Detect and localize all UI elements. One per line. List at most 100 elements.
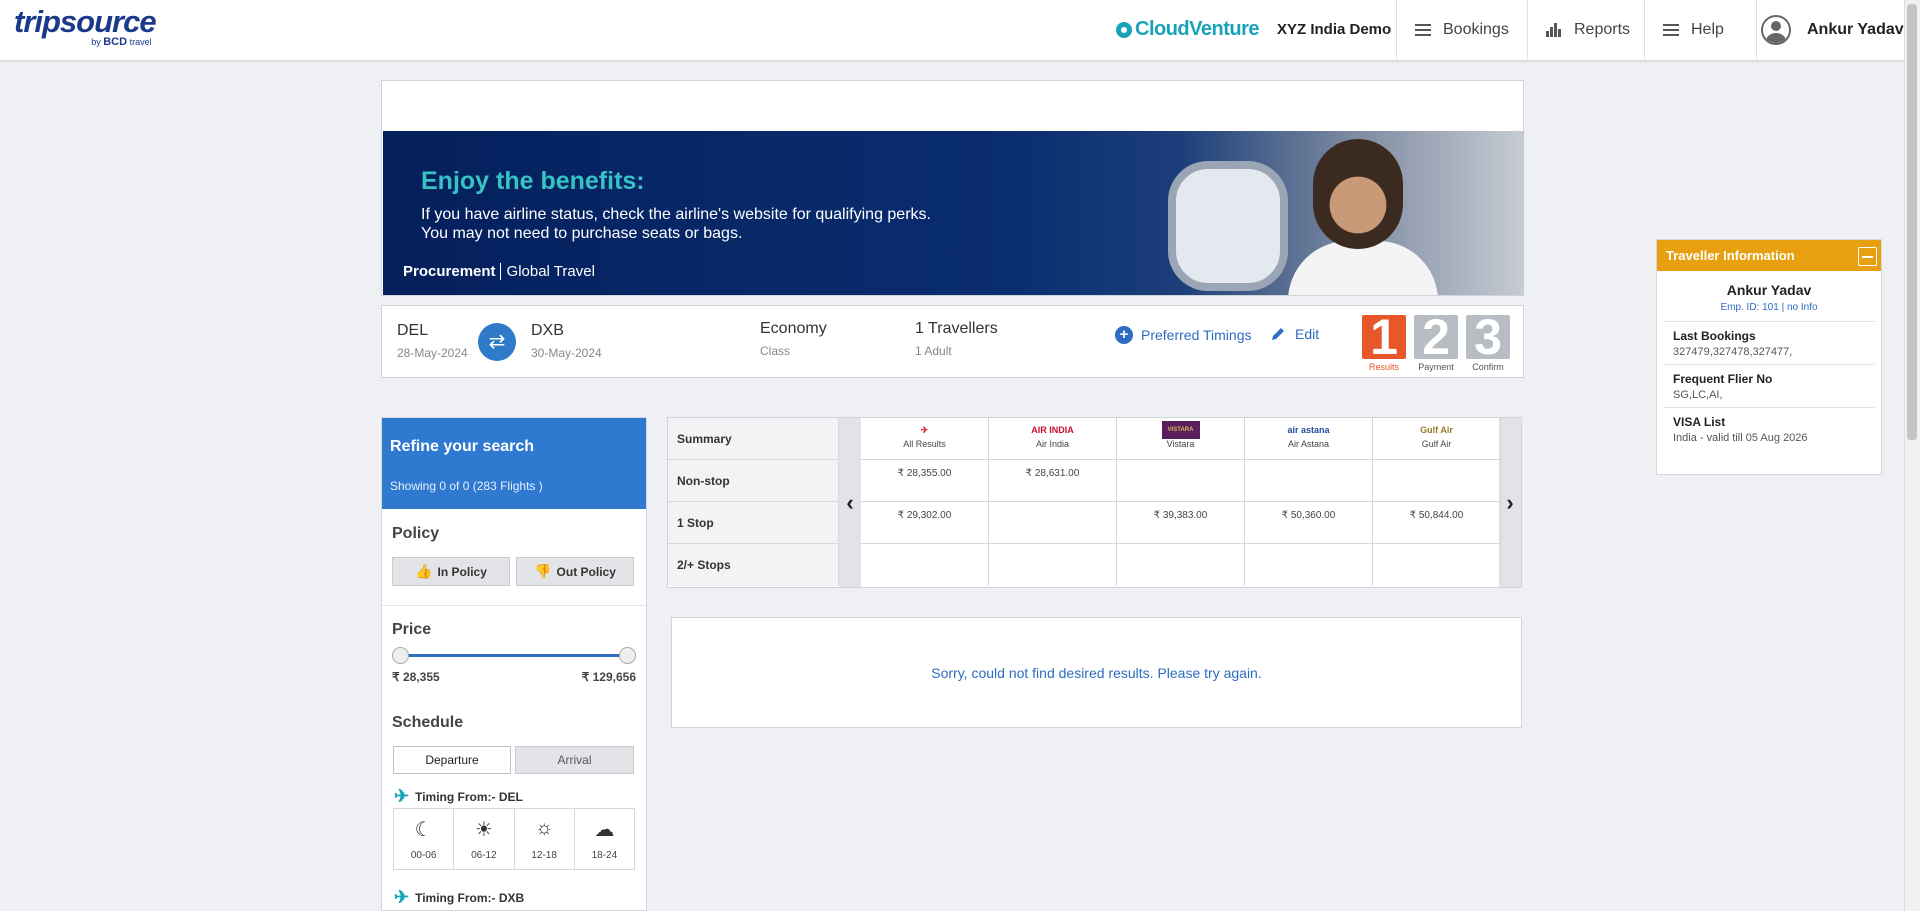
search-summary: DEL 28-May-2024 ⇄ DXB 30-May-2024 Econom… xyxy=(381,305,1524,378)
step-confirm-label: Confirm xyxy=(1472,362,1504,372)
airline-logo: Gulf Air xyxy=(1420,425,1453,435)
airline-column-header[interactable]: Gulf Air Gulf Air xyxy=(1373,418,1501,460)
departure-tab[interactable]: Departure xyxy=(393,746,511,774)
price-cell[interactable]: ₹ 50,360.00 xyxy=(1245,502,1373,544)
bar-chart-icon xyxy=(1546,23,1562,37)
airline-column-header[interactable]: ✈ All Results xyxy=(861,418,989,460)
step-payment: 2 Payment xyxy=(1413,315,1459,372)
frequent-flier-title: Frequent Flier No xyxy=(1673,372,1773,386)
traveller-info-header: Traveller Information xyxy=(1657,240,1881,271)
price-min: ₹ 28,355 xyxy=(392,670,440,684)
company-name: XYZ India Demo xyxy=(1277,21,1392,38)
out-policy-label: Out Policy xyxy=(556,564,616,579)
airline-logo: ✈ xyxy=(920,424,929,435)
airline-column-header[interactable]: AIR INDIA Air India xyxy=(989,418,1117,460)
nav-help[interactable]: Help xyxy=(1644,0,1756,60)
last-bookings-value: 327479,327478,327477, xyxy=(1673,346,1793,358)
edit-search-link[interactable]: Edit xyxy=(1270,326,1319,342)
matrix-prev-button[interactable]: ‹ xyxy=(839,418,861,587)
step-confirm-number: 3 xyxy=(1466,315,1510,359)
pencil-icon xyxy=(1272,328,1284,340)
banner-text: If you have airline status, check the ai… xyxy=(421,205,981,243)
step-confirm: 3 Confirm xyxy=(1465,315,1511,372)
departure-time-slots: ☾ 00-06 ☀ 06-12 ☼ 12-18 ☁ 18-24 xyxy=(393,808,635,870)
edit-label: Edit xyxy=(1295,326,1320,342)
out-policy-button[interactable]: 👎 Out Policy xyxy=(516,557,634,586)
traveller-count: 1 Travellers xyxy=(915,320,998,337)
slot-evening[interactable]: ☁ 18-24 xyxy=(575,809,634,869)
cloudventure-text: CloudVenture xyxy=(1135,18,1260,40)
airline-logo: VISTARA xyxy=(1161,421,1200,439)
price-cell[interactable]: ₹ 39,383.00 xyxy=(1117,502,1245,544)
origin-code: DEL xyxy=(397,322,429,339)
price-cell xyxy=(1117,460,1245,502)
row-summary: Summary xyxy=(668,418,839,460)
nav-bookings[interactable]: Bookings xyxy=(1396,0,1527,60)
slot-afternoon[interactable]: ☼ 12-18 xyxy=(515,809,575,869)
nav-reports[interactable]: Reports xyxy=(1527,0,1644,60)
refine-title: Refine your search xyxy=(390,438,535,455)
price-cell[interactable]: ₹ 29,302.00 xyxy=(861,502,989,544)
timing-from-del: ✈ Timing From:- DEL xyxy=(394,786,523,807)
price-cell xyxy=(989,544,1117,586)
airline-column-header[interactable]: VISTARA Vistara xyxy=(1117,418,1245,460)
tripsource-logo[interactable]: tripsource by BCD travel xyxy=(14,6,157,49)
price-cell xyxy=(1373,460,1501,502)
price-slider-max-handle[interactable] xyxy=(619,647,636,664)
airline-name: Air Astana xyxy=(1287,439,1330,449)
airline-name: Air India xyxy=(1035,439,1070,449)
step-results-label: Results xyxy=(1368,362,1399,372)
price-slider-min-handle[interactable] xyxy=(392,647,409,664)
logo-travel: travel xyxy=(129,37,152,47)
thumbs-down-icon: 👎 xyxy=(534,563,552,579)
row-non-stop[interactable]: Non-stop xyxy=(668,460,839,502)
price-max: ₹ 129,656 xyxy=(581,670,636,684)
cabin-class-label: Class xyxy=(760,344,791,358)
swap-route-button[interactable]: ⇄ xyxy=(478,323,516,361)
results-count: Showing 0 of 0 (283 Flights ) xyxy=(390,479,543,493)
airline-logo: AIR INDIA xyxy=(1031,425,1074,435)
no-results-message: Sorry, could not find desired results. P… xyxy=(671,617,1522,728)
scrollbar-thumb[interactable] xyxy=(1907,4,1917,440)
banner-foot-a: Procurement xyxy=(403,263,496,280)
traveller-info-panel: Traveller Information Ankur Yadav Emp. I… xyxy=(1656,239,1882,475)
policy-title: Policy xyxy=(392,525,440,542)
refine-header: Refine your search Showing 0 of 0 (283 F… xyxy=(382,418,646,509)
airline-name: Vistara xyxy=(1166,439,1195,449)
slot-night[interactable]: ☾ 00-06 xyxy=(394,809,455,869)
price-slider-track[interactable] xyxy=(402,654,628,657)
price-cell xyxy=(1245,460,1373,502)
cloudventure-logo: CloudVenture xyxy=(1116,18,1260,41)
step-results: 1 Results xyxy=(1361,315,1407,372)
price-title: Price xyxy=(392,621,432,638)
user-menu[interactable]: Ankur Yadav xyxy=(1756,0,1904,60)
logo-by: by xyxy=(91,37,101,47)
price-cell[interactable]: ₹ 28,355.00 xyxy=(861,460,989,502)
row-two-plus-stops[interactable]: 2/+ Stops xyxy=(668,544,839,586)
price-cell[interactable]: ₹ 28,631.00 xyxy=(989,460,1117,502)
logo-brand: BCD xyxy=(103,36,128,48)
row-one-stop[interactable]: 1 Stop xyxy=(668,502,839,544)
step-results-number: 1 xyxy=(1362,315,1406,359)
price-cell[interactable]: ₹ 50,844.00 xyxy=(1373,502,1501,544)
airline-column-header[interactable]: air astana Air Astana xyxy=(1245,418,1373,460)
slot-morning[interactable]: ☀ 06-12 xyxy=(454,809,515,869)
swap-arrows-icon: ⇄ xyxy=(488,331,506,353)
in-policy-button[interactable]: 👍 In Policy xyxy=(392,557,510,586)
banner-person-body xyxy=(1288,241,1438,295)
price-cell xyxy=(989,502,1117,544)
matrix-next-button[interactable]: › xyxy=(1499,418,1521,587)
last-bookings: Last Bookings 327479,327478,327477, xyxy=(1663,321,1875,364)
collapse-icon[interactable] xyxy=(1858,247,1877,266)
plane-icon: ✈ xyxy=(394,887,410,907)
visa-list-value: India - valid till 05 Aug 2026 xyxy=(1673,432,1808,444)
traveller-emp-id[interactable]: Emp. ID: 101 | no Info xyxy=(1657,302,1881,313)
preferred-timings-link[interactable]: + Preferred Timings xyxy=(1115,326,1251,344)
arrival-tab[interactable]: Arrival xyxy=(515,746,634,774)
airline-name: Gulf Air xyxy=(1421,439,1452,449)
price-cell xyxy=(1373,544,1501,586)
plane-icon: ✈ xyxy=(394,786,410,806)
avatar-icon xyxy=(1761,15,1791,45)
page-scrollbar[interactable] xyxy=(1904,0,1920,911)
slot-label: 06-12 xyxy=(471,850,497,861)
